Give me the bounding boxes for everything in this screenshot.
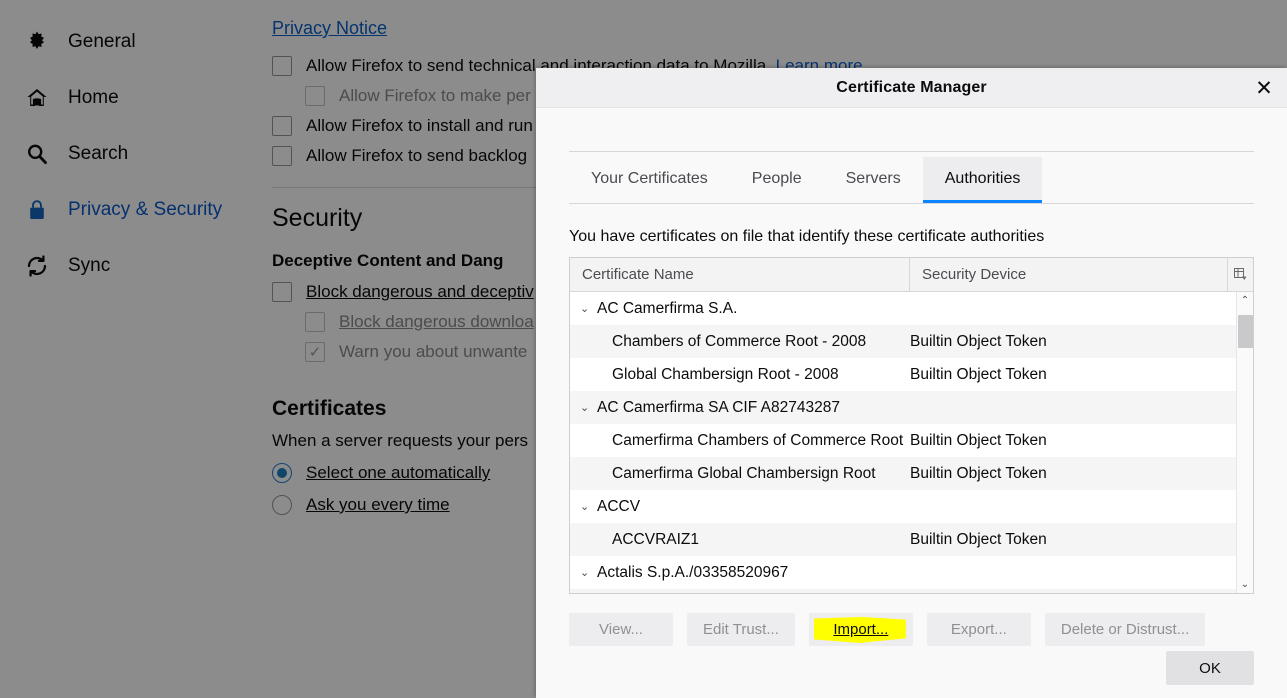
scroll-down-icon[interactable]: ⌄ (1237, 576, 1254, 593)
table-row[interactable]: ⌄ ACCV (570, 490, 1236, 523)
scrollbar-thumb[interactable] (1238, 315, 1253, 348)
cell-certificate-name: Camerfirma Chambers of Commerce Root (570, 432, 910, 450)
cell-security-device: Builtin Object Token (910, 366, 1236, 384)
chevron-down-icon[interactable]: ⌄ (580, 501, 594, 512)
tab-people[interactable]: People (730, 157, 824, 203)
row-name: AC Camerfirma SA CIF A82743287 (597, 399, 840, 417)
dialog-tabs: Your Certificates People Servers Authori… (569, 151, 1254, 204)
tab-servers[interactable]: Servers (824, 157, 923, 203)
dialog-body: Your Certificates People Servers Authori… (536, 108, 1287, 698)
table-row[interactable] (570, 589, 1236, 593)
tree-header: Certificate Name Security Device (570, 258, 1253, 292)
certificate-tree: Certificate Name Security Device ⌄ (569, 257, 1254, 594)
table-row[interactable]: Camerfirma Global Chambersign Root Built… (570, 457, 1236, 490)
table-row[interactable]: ⌄ AC Camerfirma S.A. (570, 292, 1236, 325)
table-row[interactable]: Camerfirma Chambers of Commerce Root Bui… (570, 424, 1236, 457)
row-name: Actalis S.p.A./03358520967 (597, 564, 788, 582)
row-name: AC Camerfirma S.A. (597, 300, 737, 318)
ok-button[interactable]: OK (1166, 651, 1254, 685)
tab-your-certificates[interactable]: Your Certificates (569, 157, 730, 203)
certificate-manager-dialog: Certificate Manager ✕ Your Certificates … (536, 68, 1287, 698)
cell-certificate-name: Global Chambersign Root - 2008 (570, 366, 910, 384)
cell-security-device: Builtin Object Token (910, 465, 1236, 483)
view-button[interactable]: View... (569, 613, 673, 646)
cell-security-device: Builtin Object Token (910, 432, 1236, 450)
import-button[interactable]: Import... (809, 613, 913, 646)
export-button[interactable]: Export... (927, 613, 1031, 646)
cell-certificate-name: ⌄ Actalis S.p.A./03358520967 (570, 564, 910, 582)
column-header-security-device[interactable]: Security Device (910, 258, 1227, 291)
dialog-description: You have certificates on file that ident… (569, 228, 1254, 246)
delete-or-distrust-button[interactable]: Delete or Distrust... (1045, 613, 1205, 646)
dialog-title: Certificate Manager (836, 79, 986, 97)
tree-body-wrap: ⌄ AC Camerfirma S.A. Chambers of Commerc… (570, 292, 1253, 593)
cell-certificate-name: ACCVRAIZ1 (570, 531, 910, 549)
chevron-down-icon[interactable]: ⌄ (580, 402, 594, 413)
cell-certificate-name: ⌄ AC Camerfirma S.A. (570, 300, 910, 318)
chevron-down-icon[interactable]: ⌄ (580, 303, 594, 314)
cell-security-device: Builtin Object Token (910, 531, 1236, 549)
cell-certificate-name: ⌄ AC Camerfirma SA CIF A82743287 (570, 399, 910, 417)
table-row[interactable]: ACCVRAIZ1 Builtin Object Token (570, 523, 1236, 556)
table-row[interactable]: Chambers of Commerce Root - 2008 Builtin… (570, 325, 1236, 358)
tree-rows: ⌄ AC Camerfirma S.A. Chambers of Commerc… (570, 292, 1236, 593)
edit-trust-button[interactable]: Edit Trust... (687, 613, 795, 646)
table-row[interactable]: ⌄ Actalis S.p.A./03358520967 (570, 556, 1236, 589)
column-header-certificate-name[interactable]: Certificate Name (570, 258, 910, 291)
row-name: ACCV (597, 498, 640, 516)
table-row[interactable]: ⌄ AC Camerfirma SA CIF A82743287 (570, 391, 1236, 424)
dialog-titlebar: Certificate Manager ✕ (536, 68, 1287, 108)
vertical-scrollbar[interactable]: ⌃ ⌄ (1236, 292, 1253, 593)
cell-security-device: Builtin Object Token (910, 333, 1236, 351)
cell-certificate-name: Chambers of Commerce Root - 2008 (570, 333, 910, 351)
cell-certificate-name: ⌄ ACCV (570, 498, 910, 516)
table-row[interactable]: Global Chambersign Root - 2008 Builtin O… (570, 358, 1236, 391)
chevron-down-icon[interactable]: ⌄ (580, 567, 594, 578)
close-icon[interactable]: ✕ (1241, 68, 1287, 108)
scrollbar-track[interactable] (1237, 309, 1254, 576)
scroll-up-icon[interactable]: ⌃ (1237, 292, 1254, 309)
dialog-footer: OK (569, 646, 1254, 698)
column-picker-icon[interactable] (1227, 258, 1253, 291)
tab-authorities[interactable]: Authorities (923, 157, 1043, 203)
action-button-row: View... Edit Trust... Import... Export..… (569, 613, 1254, 646)
cell-certificate-name: Camerfirma Global Chambersign Root (570, 465, 910, 483)
